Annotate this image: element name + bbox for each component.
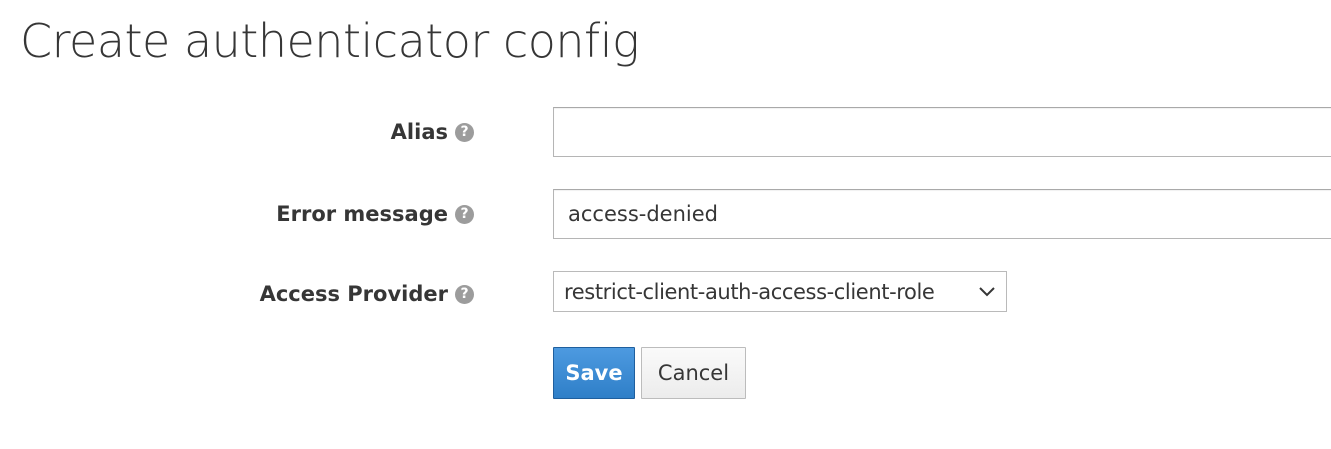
save-button[interactable]: Save — [553, 347, 635, 399]
alias-help-icon[interactable]: ? — [455, 122, 474, 142]
alias-row: Alias ? — [0, 107, 1331, 159]
alias-input[interactable] — [553, 107, 1331, 157]
cancel-button[interactable]: Cancel — [641, 347, 746, 399]
error-message-input[interactable] — [553, 189, 1331, 239]
alias-label-text: Alias — [390, 120, 448, 144]
error-message-label-text: Error message — [276, 202, 448, 226]
error-message-help-icon[interactable]: ? — [455, 204, 474, 224]
error-message-label: Error message ? — [276, 202, 474, 226]
access-provider-label: Access Provider ? — [260, 282, 474, 306]
alias-label: Alias ? — [391, 120, 474, 144]
access-provider-row: Access Provider ? restrict-client-auth-a… — [0, 271, 1331, 313]
access-provider-selected-value: restrict-client-auth-access-client-role — [564, 279, 935, 304]
access-provider-select[interactable]: restrict-client-auth-access-client-role — [553, 271, 1007, 312]
access-provider-help-icon[interactable]: ? — [455, 284, 474, 304]
error-message-row: Error message ? — [0, 189, 1331, 241]
chevron-down-icon — [976, 281, 998, 303]
access-provider-label-text: Access Provider — [259, 282, 448, 306]
page-title: Create authenticator config — [20, 14, 640, 68]
